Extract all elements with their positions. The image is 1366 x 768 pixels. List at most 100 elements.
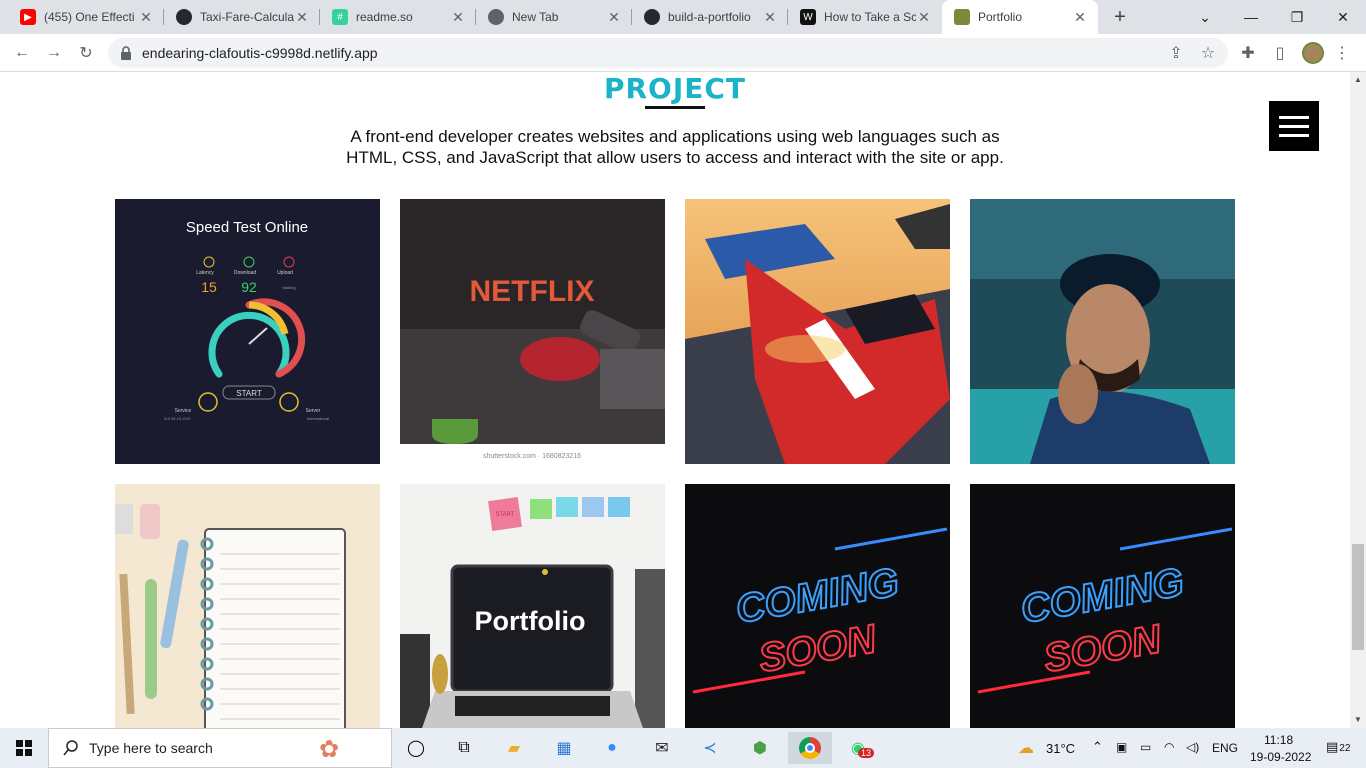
taskbar-search-box[interactable]: Type here to search ✿ — [48, 728, 392, 768]
address-bar[interactable]: endearing-clafoutis-c9998d.netlify.app — [108, 38, 1228, 68]
clock-date[interactable]: 19-09-2022 — [1250, 750, 1311, 764]
extensions-icon[interactable]: ✚ — [1236, 41, 1260, 65]
project-card-portrait[interactable] — [970, 199, 1235, 464]
cortana-icon[interactable]: ◯ — [400, 732, 432, 764]
battery-icon[interactable]: ▭ — [1140, 740, 1151, 754]
zoom-icon[interactable]: ● — [596, 732, 628, 764]
tab-strip: ▶ (455) One Effecti ✕ Taxi-Fare-Calculat… — [0, 0, 1366, 34]
page-scrollbar[interactable]: ▲ ▼ — [1350, 72, 1366, 728]
bookmark-star-icon[interactable]: ☆ — [1196, 41, 1220, 65]
clock-time[interactable]: 11:18 — [1264, 733, 1293, 747]
share-icon[interactable]: ⇪ — [1164, 41, 1188, 65]
chrome-icon — [488, 9, 504, 25]
menu-kebab-icon[interactable]: ⋮ — [1330, 41, 1354, 65]
coming-soon-thumbnail: COMING SOON — [970, 484, 1235, 728]
svg-text:Service: Service — [175, 408, 192, 414]
project-card-coming-soon-1[interactable]: COMING SOON — [685, 484, 950, 728]
page-viewport: PROJECT A front-end developer creates we… — [0, 72, 1350, 728]
side-panel-icon[interactable]: ▯ — [1268, 41, 1292, 65]
project-card-netflix[interactable]: NETFLIX shutterstock.com · 1680823216 — [400, 199, 665, 464]
svg-text:110.94.15.XXX: 110.94.15.XXX — [164, 416, 191, 421]
file-explorer-icon[interactable]: ▰ — [498, 732, 530, 764]
close-tab-icon[interactable]: ✕ — [294, 9, 310, 26]
forward-icon[interactable]: → — [42, 41, 66, 65]
svg-text:shutterstock.com · 1680823216: shutterstock.com · 1680823216 — [483, 453, 581, 460]
svg-text:92: 92 — [241, 279, 257, 295]
scroll-up-icon[interactable]: ▲ — [1354, 75, 1362, 84]
project-card-portfolio[interactable]: START Portfolio — [400, 484, 665, 728]
github-icon — [644, 9, 660, 25]
tab-taxi-fare[interactable]: Taxi-Fare-Calculat ✕ — [164, 0, 320, 34]
profile-avatar[interactable] — [1302, 42, 1324, 64]
project-card-notebook[interactable] — [115, 484, 380, 728]
project-card-racing-game[interactable] — [685, 199, 950, 464]
title-underline — [645, 106, 705, 109]
portrait-thumbnail — [970, 199, 1235, 464]
close-tab-icon[interactable]: ✕ — [138, 9, 154, 26]
close-tab-icon[interactable]: ✕ — [916, 9, 932, 26]
weather-icon[interactable]: ☁ — [1010, 732, 1042, 764]
close-tab-icon[interactable]: ✕ — [1072, 9, 1088, 26]
browser-toolbar: ← → ↻ endearing-clafoutis-c9998d.netlify… — [0, 34, 1366, 72]
back-icon[interactable]: ← — [10, 41, 34, 65]
close-tab-icon[interactable]: ✕ — [606, 9, 622, 26]
tab-youtube[interactable]: ▶ (455) One Effecti ✕ — [8, 0, 164, 34]
tab-screenshot[interactable]: W How to Take a Sc ✕ — [788, 0, 942, 34]
meet-now-icon[interactable]: ▣ — [1116, 740, 1127, 754]
svg-text:15: 15 — [201, 279, 217, 295]
mail-icon[interactable]: ✉ — [646, 732, 678, 764]
new-tab-button[interactable]: + — [1108, 5, 1132, 29]
svg-text:Download: Download — [234, 270, 256, 276]
svg-text:START: START — [495, 512, 514, 518]
hamburger-menu-button[interactable] — [1269, 101, 1319, 151]
tab-build-portfolio[interactable]: build-a-portfolio ✕ — [632, 0, 788, 34]
whatsapp-badge: 13 — [858, 748, 875, 758]
svg-text:Server: Server — [306, 408, 321, 414]
tab-title: build-a-portfolio — [668, 10, 751, 24]
project-card-coming-soon-2[interactable]: COMING SOON — [970, 484, 1235, 728]
tab-portfolio[interactable]: Portfolio ✕ — [942, 0, 1098, 34]
section-title: PROJECT — [603, 72, 747, 105]
tray-chevron-icon[interactable]: ⌃ — [1092, 739, 1103, 755]
tab-search-icon[interactable]: ⌄ — [1182, 0, 1228, 34]
svg-text:International: International — [307, 416, 329, 421]
nodejs-icon[interactable]: ⬢ — [744, 732, 776, 764]
scroll-down-icon[interactable]: ▼ — [1354, 715, 1362, 724]
windows-taskbar: Type here to search ✿ ◯ ⧉ ▰ ▦ ● ✉ ≺ ⬢ ◉ 1… — [0, 728, 1366, 768]
netflix-logo: NETFLIX — [470, 275, 595, 308]
close-window-button[interactable]: ✕ — [1320, 0, 1366, 34]
chrome-taskbar-icon[interactable] — [788, 732, 832, 764]
svg-text:Waiting: Waiting — [282, 285, 295, 290]
language-indicator[interactable]: ENG — [1212, 741, 1238, 755]
reload-icon[interactable]: ↻ — [74, 41, 98, 65]
tab-readme[interactable]: # readme.so ✕ — [320, 0, 476, 34]
wifi-icon[interactable]: ◠ — [1164, 740, 1174, 754]
tab-title: readme.so — [356, 10, 413, 24]
tab-title: (455) One Effecti — [44, 10, 135, 24]
restore-button[interactable]: ❐ — [1274, 0, 1320, 34]
notification-count: 22 — [1339, 743, 1351, 754]
whatsapp-icon[interactable]: ◉ 13 — [842, 732, 875, 764]
tab-title: How to Take a Sc — [824, 10, 916, 24]
tab-title: Portfolio — [978, 10, 1023, 24]
weather-temperature[interactable]: 31°C — [1046, 741, 1075, 756]
windows-start-icon[interactable] — [0, 728, 48, 768]
search-placeholder: Type here to search — [89, 740, 213, 756]
microsoft-store-icon[interactable]: ▦ — [548, 732, 580, 764]
notebook-thumbnail — [115, 484, 380, 728]
close-tab-icon[interactable]: ✕ — [450, 9, 466, 26]
notification-center-icon[interactable]: ▤22 — [1326, 739, 1350, 755]
flower-decoration-icon: ✿ — [319, 736, 340, 763]
project-card-speed-test[interactable]: Speed Test Online Latency Download Uploa… — [115, 199, 380, 464]
close-tab-icon[interactable]: ✕ — [762, 9, 778, 26]
description-line-2: HTML, CSS, and JavaScript that allow use… — [346, 148, 1004, 167]
tab-new-tab[interactable]: New Tab ✕ — [476, 0, 632, 34]
vscode-icon[interactable]: ≺ — [694, 732, 726, 764]
svg-text:Upload: Upload — [277, 270, 293, 276]
volume-icon[interactable]: ◁) — [1186, 740, 1199, 754]
minimize-button[interactable]: — — [1228, 0, 1274, 34]
tab-title: Taxi-Fare-Calculat — [200, 10, 294, 24]
speed-test-thumbnail: Speed Test Online Latency Download Uploa… — [115, 199, 380, 464]
scrollbar-thumb[interactable] — [1352, 544, 1364, 650]
task-view-icon[interactable]: ⧉ — [448, 732, 480, 764]
